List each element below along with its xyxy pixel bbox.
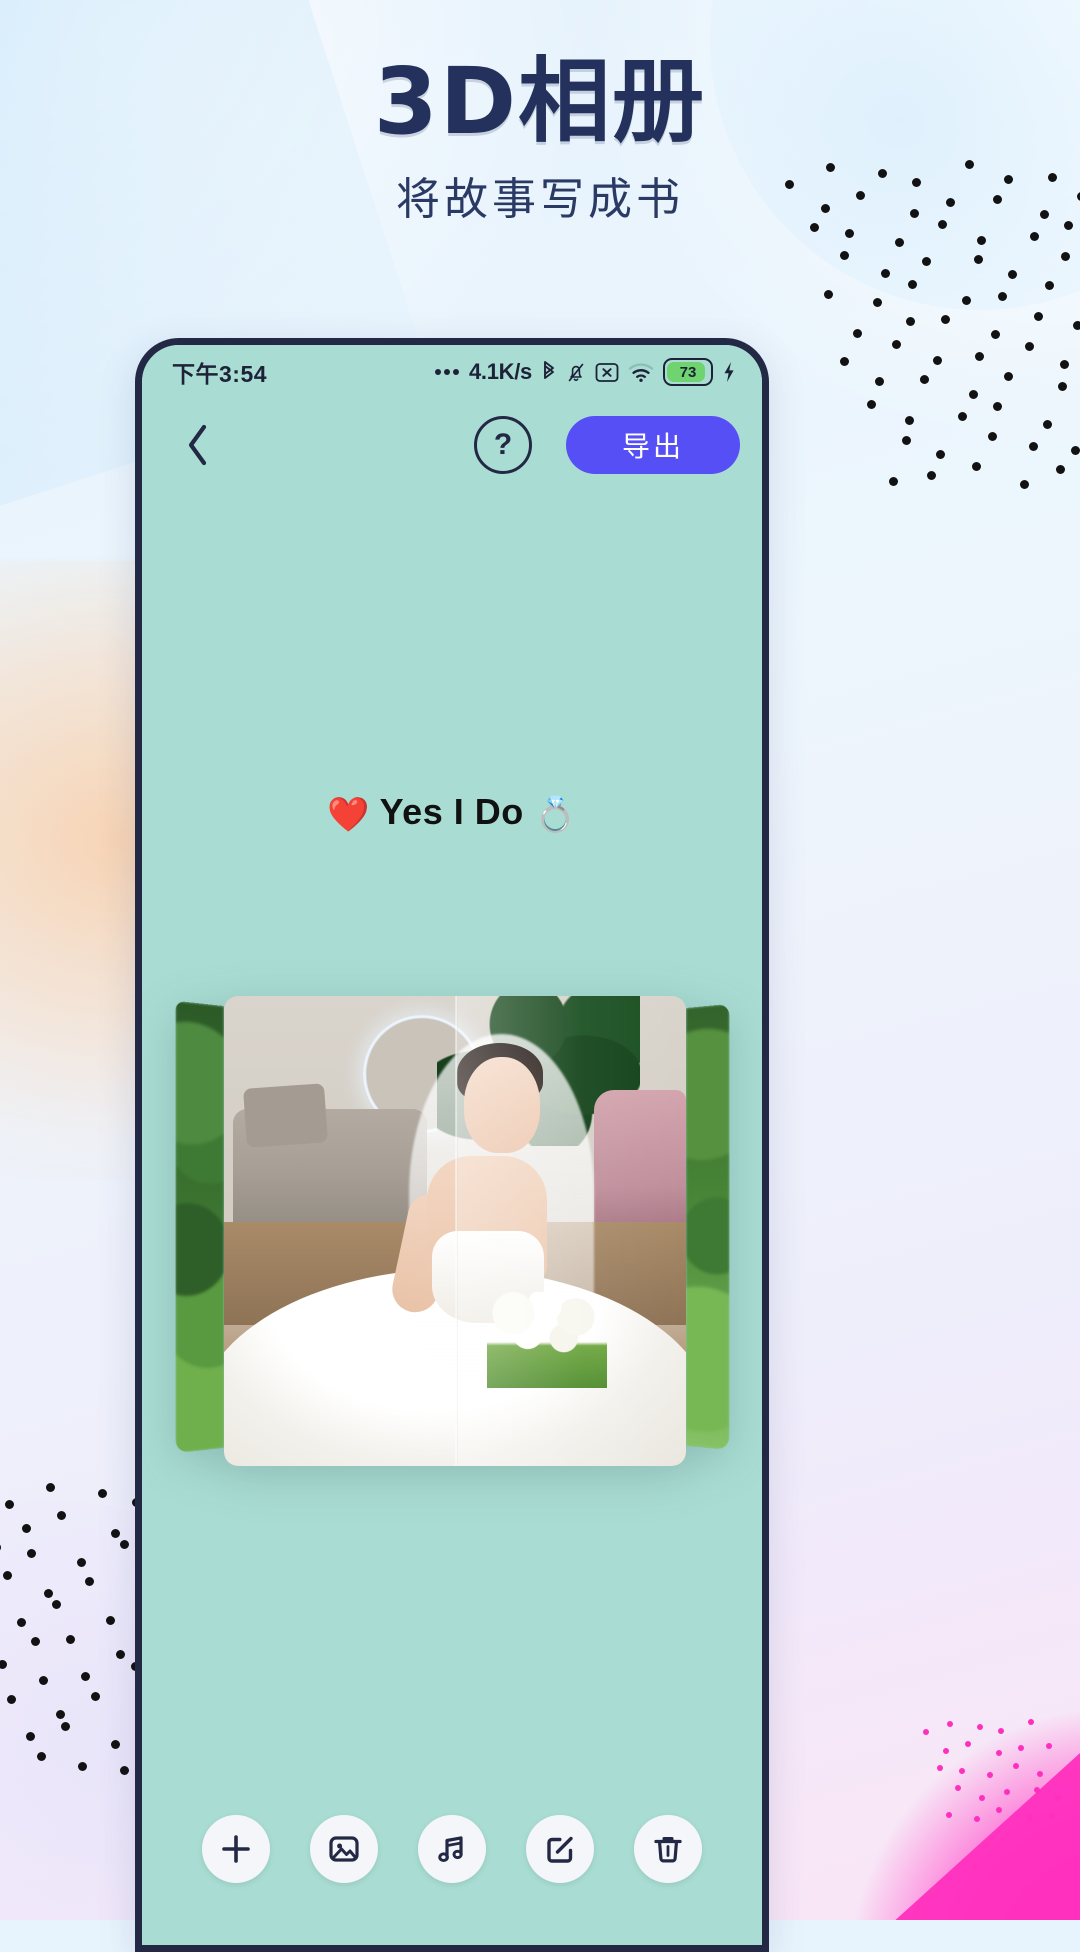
album-canvas[interactable]: ❤️ Yes I Do 💍 xyxy=(142,491,762,1945)
hero-header: 3D相册 将故事写成书 xyxy=(0,0,1080,227)
bluetooth-icon xyxy=(541,360,557,384)
album-title[interactable]: ❤️ Yes I Do 💍 xyxy=(142,791,762,835)
plus-icon xyxy=(222,1835,250,1863)
dot-pattern-magenta xyxy=(920,1719,1061,1854)
photo-head xyxy=(464,1057,541,1154)
back-button[interactable] xyxy=(172,419,224,471)
phone-mockup: 下午3:54 4.1K/s 73 ? 导出 ❤️ Yes I Do 💍 xyxy=(135,338,769,1952)
app-navbar: ? 导出 xyxy=(142,399,762,491)
image-icon xyxy=(329,1836,359,1862)
export-button[interactable]: 导出 xyxy=(566,416,740,474)
photo-book-spread[interactable] xyxy=(172,996,732,1466)
music-note-icon xyxy=(438,1836,463,1863)
help-button[interactable]: ? xyxy=(474,416,532,474)
status-bar: 下午3:54 4.1K/s 73 xyxy=(142,345,762,399)
book-page-right-art xyxy=(686,1003,730,1451)
battery-level: 73 xyxy=(679,363,697,381)
page-subtitle: 将故事写成书 xyxy=(396,174,684,224)
album-title-text: Yes I Do xyxy=(379,791,524,832)
edit-button[interactable] xyxy=(526,1815,594,1883)
battery-icon: 73 xyxy=(663,358,713,386)
network-speed-label: 4.1K/s xyxy=(468,359,532,384)
question-mark-icon: ? xyxy=(493,428,513,461)
status-bar-time: 下午3:54 xyxy=(172,361,268,387)
book-center-fold xyxy=(455,996,458,1466)
music-button[interactable] xyxy=(418,1815,486,1883)
edit-pencil-icon xyxy=(547,1836,573,1863)
heart-emoji-icon: ❤️ xyxy=(326,796,370,834)
status-bar-indicators: 4.1K/s 73 xyxy=(434,358,736,386)
photo-bouquet xyxy=(487,1292,608,1389)
book-page-left[interactable] xyxy=(175,1000,224,1454)
ring-emoji-icon: 💍 xyxy=(534,796,578,834)
phone-screen: 下午3:54 4.1K/s 73 ? 导出 ❤️ Yes I Do 💍 xyxy=(142,345,762,1945)
page-title: 3D相册 xyxy=(373,48,707,155)
image-button[interactable] xyxy=(310,1815,378,1883)
book-page-right[interactable] xyxy=(686,1003,730,1451)
three-dots-icon xyxy=(434,369,459,375)
chevron-left-icon xyxy=(188,424,207,466)
charging-bolt-icon xyxy=(722,360,736,384)
mute-bell-icon xyxy=(566,360,586,384)
sim-x-icon xyxy=(595,362,619,383)
book-page-main[interactable] xyxy=(224,996,686,1466)
book-page-left-art xyxy=(175,1000,224,1454)
delete-button[interactable] xyxy=(634,1815,702,1883)
trash-icon xyxy=(654,1837,682,1863)
editor-toolbar xyxy=(142,1815,762,1883)
add-button[interactable] xyxy=(202,1815,270,1883)
wifi-icon xyxy=(628,362,654,383)
